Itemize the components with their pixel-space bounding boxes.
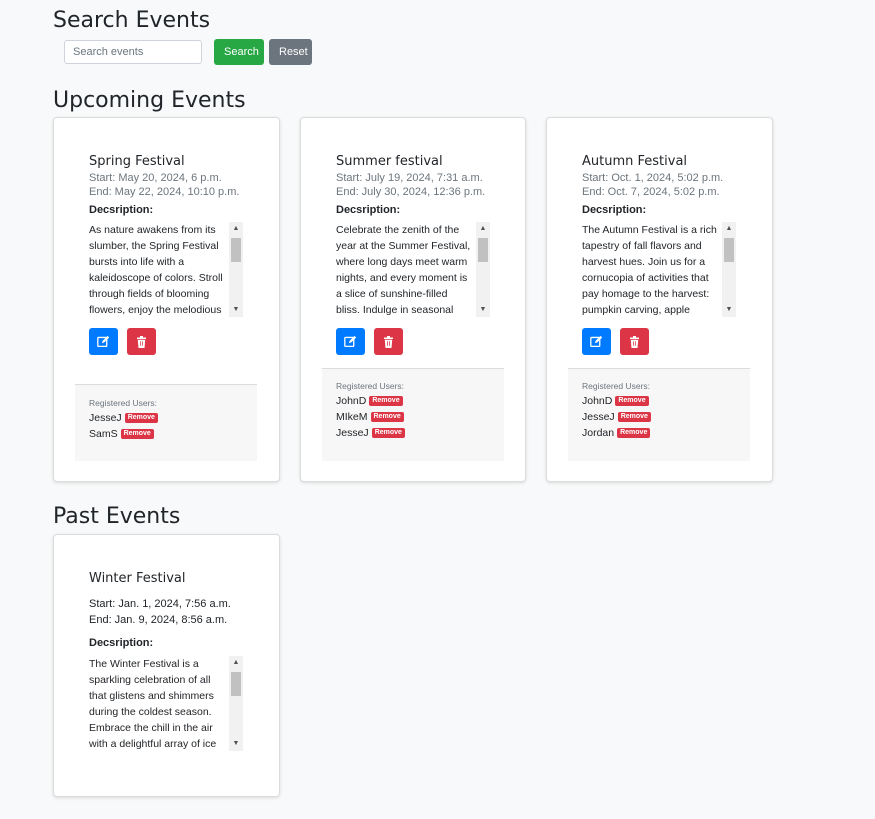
user-name: JohnD bbox=[336, 395, 367, 407]
scroll-up-icon[interactable]: ▲ bbox=[722, 222, 736, 236]
description-scroll-area[interactable]: The Autumn Festival is a rich tapestry o… bbox=[582, 222, 736, 317]
edit-icon bbox=[344, 335, 357, 348]
remove-user-button[interactable]: Remove bbox=[124, 413, 158, 423]
edit-button[interactable] bbox=[336, 328, 365, 355]
registered-users-panel: Registered Users: JohnD Remove JesseJ Re… bbox=[568, 368, 750, 461]
edit-icon bbox=[590, 335, 603, 348]
edit-icon bbox=[97, 335, 110, 348]
event-end: End: May 22, 2024, 10:10 p.m. bbox=[89, 186, 240, 198]
scroll-thumb[interactable] bbox=[478, 238, 488, 262]
edit-button[interactable] bbox=[89, 328, 118, 355]
registered-user: JohnD Remove bbox=[336, 394, 403, 408]
event-card: Spring Festival Start: May 20, 2024, 6 p… bbox=[53, 117, 280, 482]
event-title: Spring Festival bbox=[89, 154, 185, 169]
event-card: Summer festival Start: July 19, 2024, 7:… bbox=[300, 117, 526, 482]
scroll-down-icon[interactable]: ▼ bbox=[229, 737, 243, 751]
user-name: SamS bbox=[89, 428, 118, 440]
user-name: MIkeM bbox=[336, 411, 368, 423]
edit-button[interactable] bbox=[582, 328, 611, 355]
user-name: Jordan bbox=[582, 427, 615, 439]
remove-user-button[interactable]: Remove bbox=[371, 428, 405, 438]
registered-user: MIkeM Remove bbox=[336, 410, 404, 424]
scroll-thumb[interactable] bbox=[231, 672, 241, 696]
event-title: Winter Festival bbox=[89, 571, 186, 586]
event-start: Start: Jan. 1, 2024, 7:56 a.m. bbox=[89, 598, 231, 610]
registered-users-panel: Registered Users: JohnD Remove MIkeM Rem… bbox=[322, 368, 504, 461]
scroll-up-icon[interactable]: ▲ bbox=[476, 222, 490, 236]
upcoming-events-title: Upcoming Events bbox=[53, 88, 246, 113]
description-label: Decsription: bbox=[336, 204, 401, 216]
description-scrollbar[interactable]: ▲ ▼ bbox=[229, 656, 243, 751]
registered-users-panel: Registered Users: JesseJ Remove SamS Rem… bbox=[75, 384, 257, 461]
remove-user-button[interactable]: Remove bbox=[369, 396, 403, 406]
event-start: Start: Oct. 1, 2024, 5:02 p.m. bbox=[582, 172, 724, 184]
remove-user-button[interactable]: Remove bbox=[617, 412, 651, 422]
delete-button[interactable] bbox=[127, 328, 156, 355]
registered-user: JesseJ Remove bbox=[89, 411, 158, 425]
delete-button[interactable] bbox=[374, 328, 403, 355]
event-card: Autumn Festival Start: Oct. 1, 2024, 5:0… bbox=[546, 117, 773, 482]
search-input[interactable] bbox=[64, 40, 202, 64]
description-text: Celebrate the zenith of the year at the … bbox=[336, 224, 471, 316]
remove-user-button[interactable]: Remove bbox=[370, 412, 404, 422]
scroll-down-icon[interactable]: ▼ bbox=[229, 303, 243, 317]
event-dates: Start: July 19, 2024, 7:31 a.m. End: Jul… bbox=[336, 171, 485, 199]
registered-user: JesseJ Remove bbox=[336, 426, 405, 440]
description-scrollbar[interactable]: ▲ ▼ bbox=[476, 222, 490, 317]
event-end: End: July 30, 2024, 12:36 p.m. bbox=[336, 186, 486, 198]
event-end: End: Jan. 9, 2024, 8:56 a.m. bbox=[89, 614, 228, 626]
event-title: Autumn Festival bbox=[582, 154, 688, 169]
description-label: Decsription: bbox=[582, 204, 647, 216]
registered-users-label: Registered Users: bbox=[582, 381, 651, 391]
scroll-down-icon[interactable]: ▼ bbox=[476, 303, 490, 317]
remove-user-button[interactable]: Remove bbox=[615, 396, 649, 406]
delete-button[interactable] bbox=[620, 328, 649, 355]
scroll-up-icon[interactable]: ▲ bbox=[229, 656, 243, 670]
registered-user: SamS Remove bbox=[89, 427, 154, 441]
search-button[interactable]: Search bbox=[214, 39, 264, 65]
description-scroll-area[interactable]: As nature awakens from its slumber, the … bbox=[89, 222, 243, 317]
scroll-up-icon[interactable]: ▲ bbox=[229, 222, 243, 236]
description-label: Decsription: bbox=[89, 637, 154, 649]
past-events-title: Past Events bbox=[53, 504, 181, 529]
description-text: As nature awakens from its slumber, the … bbox=[89, 224, 223, 316]
description-scrollbar[interactable]: ▲ ▼ bbox=[229, 222, 243, 317]
event-title: Summer festival bbox=[336, 154, 443, 169]
event-dates: Start: Jan. 1, 2024, 7:56 a.m. End: Jan.… bbox=[89, 596, 231, 628]
remove-user-button[interactable]: Remove bbox=[617, 428, 651, 438]
scroll-thumb[interactable] bbox=[724, 238, 734, 262]
event-end: End: Oct. 7, 2024, 5:02 p.m. bbox=[582, 186, 720, 198]
registered-users-label: Registered Users: bbox=[89, 398, 158, 408]
description-scrollbar[interactable]: ▲ ▼ bbox=[722, 222, 736, 317]
description-text: The Autumn Festival is a rich tapestry o… bbox=[582, 224, 717, 316]
remove-user-button[interactable]: Remove bbox=[120, 429, 154, 439]
registered-user: Jordan Remove bbox=[582, 426, 651, 440]
event-start: Start: July 19, 2024, 7:31 a.m. bbox=[336, 172, 483, 184]
event-dates: Start: Oct. 1, 2024, 5:02 p.m. End: Oct.… bbox=[582, 171, 723, 199]
event-dates: Start: May 20, 2024, 6 p.m. End: May 22,… bbox=[89, 171, 239, 199]
scroll-thumb[interactable] bbox=[231, 238, 241, 262]
registered-users-label: Registered Users: bbox=[336, 381, 405, 391]
trash-icon bbox=[630, 335, 639, 348]
registered-user: JohnD Remove bbox=[582, 394, 649, 408]
event-card: Winter Festival Start: Jan. 1, 2024, 7:5… bbox=[53, 534, 280, 797]
trash-icon bbox=[384, 335, 393, 348]
description-scroll-area[interactable]: Celebrate the zenith of the year at the … bbox=[336, 222, 490, 317]
user-name: JesseJ bbox=[336, 427, 369, 439]
description-text: The Winter Festival is a sparkling celeb… bbox=[89, 658, 217, 750]
search-title: Search Events bbox=[53, 8, 211, 33]
trash-icon bbox=[137, 335, 146, 348]
description-label: Decsription: bbox=[89, 204, 154, 216]
registered-user: JesseJ Remove bbox=[582, 410, 651, 424]
user-name: JesseJ bbox=[89, 412, 122, 424]
user-name: JohnD bbox=[582, 395, 613, 407]
user-name: JesseJ bbox=[582, 411, 615, 423]
reset-button[interactable]: Reset bbox=[269, 39, 312, 65]
scroll-down-icon[interactable]: ▼ bbox=[722, 303, 736, 317]
event-start: Start: May 20, 2024, 6 p.m. bbox=[89, 172, 222, 184]
description-scroll-area[interactable]: The Winter Festival is a sparkling celeb… bbox=[89, 656, 243, 751]
